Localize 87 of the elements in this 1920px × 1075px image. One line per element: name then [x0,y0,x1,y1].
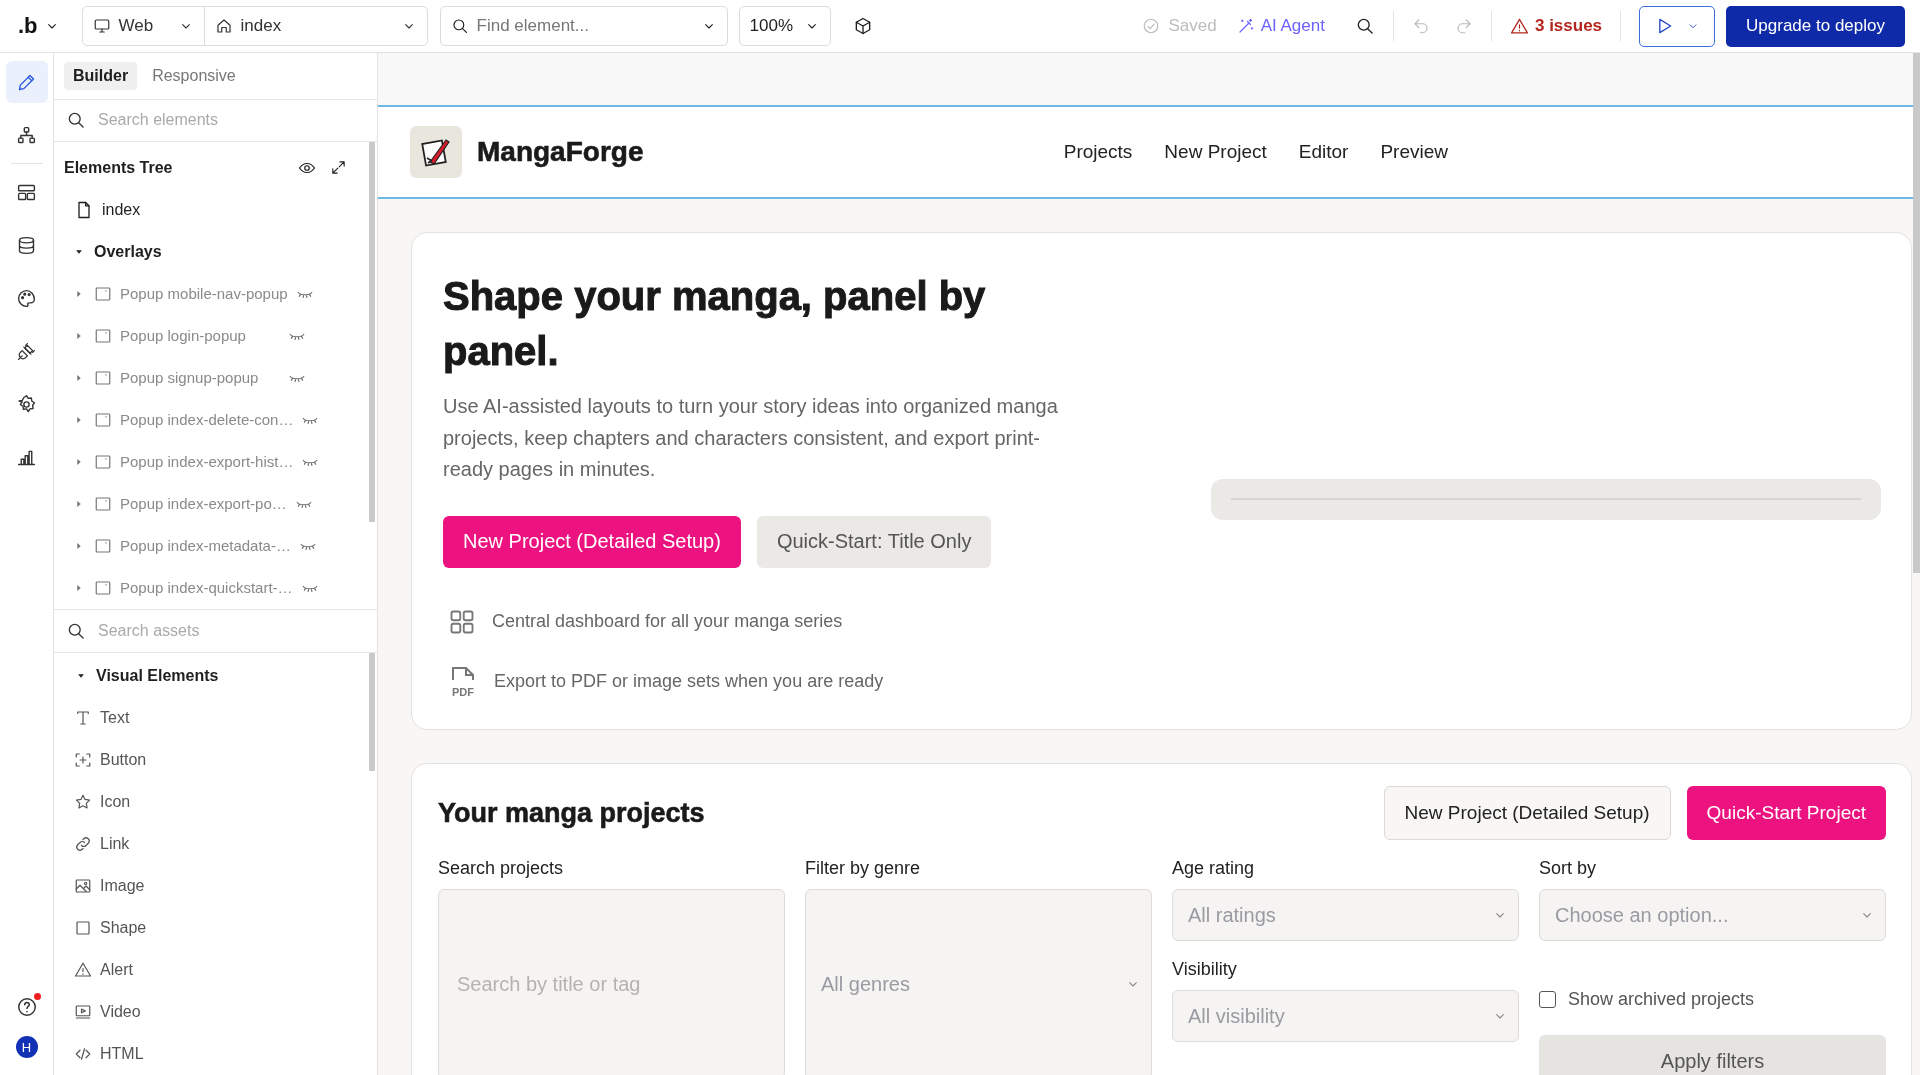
brand-name[interactable]: MangaForge [477,136,644,168]
tree-item-label[interactable]: Popup mobile-nav-popup [120,285,288,303]
frame-icon [94,368,112,387]
asset-item-label[interactable]: Shape [100,919,147,937]
tree-item-label[interactable]: Popup index-export-po… [120,495,287,513]
secondary-button[interactable]: Quick-Start: Title Only [756,515,992,568]
tree-folder-label[interactable]: Overlays [94,242,162,261]
nav-link[interactable]: New Project [1164,141,1267,163]
ai-agent-button[interactable]: AI Agent [1236,16,1325,36]
field-label: Sort by [1539,858,1598,879]
asset-item-label[interactable]: Link [100,835,130,853]
panel-tab[interactable]: Responsive [143,62,245,90]
star-icon [74,793,92,811]
asset-item-label[interactable]: Image [100,877,145,895]
user-avatar[interactable]: H [15,1036,38,1058]
scrollbar-thumb[interactable] [1913,53,1920,573]
nav-link[interactable]: Editor [1298,141,1349,163]
saved-status: Saved [1142,16,1217,36]
scrollbar-thumb[interactable] [369,653,375,771]
frame-icon [94,578,112,597]
feature-text: Central dashboard for all your manga series [492,611,843,632]
hero-title: Shape your manga, panel by panel. [443,273,987,375]
panel-title: Elements Tree [64,158,174,177]
primary-button[interactable]: New Project (Detailed Setup) [443,515,741,568]
apply-filters-button[interactable]: Apply filters [1539,1035,1886,1075]
search-icon [66,110,86,131]
asset-item-label[interactable]: Video [100,1003,141,1021]
hero-description: Use AI-assisted layouts to turn your story ideas into organized manga projects, keep chapters and characters consistent, and export print-ready pages in minutes. [443,394,1059,482]
home-icon [214,17,233,35]
tree-item-label[interactable]: Popup index-delete-con… [120,411,294,429]
expand-icon[interactable] [330,159,347,177]
tree-item-label[interactable]: Popup index-quickstart-… [120,579,293,597]
tree-item-label[interactable]: Popup signup-popup [120,369,280,387]
frame-icon [94,410,112,429]
field-label: Age rating [1172,858,1256,879]
tree-item-label[interactable]: index [102,200,141,219]
asset-item-label[interactable]: Text [100,709,130,727]
nav-link[interactable]: Preview [1380,141,1448,163]
app-logo[interactable]: .b [18,13,38,39]
link-icon [74,835,92,853]
section-title: Your manga projects [438,797,706,829]
secondary-button[interactable]: New Project (Detailed Setup) [1383,786,1671,840]
image-icon [74,877,92,895]
asset-item-label[interactable]: HTML [100,1045,144,1063]
checkbox[interactable] [1539,990,1556,1008]
checkbox-label[interactable]: Show archived projects [1568,988,1755,1010]
warning-icon [74,961,92,979]
field-label: Visibility [1172,959,1238,980]
help-icon[interactable] [15,996,38,1018]
nav-link[interactable]: Projects [1063,141,1133,163]
frame-icon [94,284,112,303]
scrollbar-thumb[interactable] [369,141,375,522]
panel-tab[interactable]: Builder [64,62,138,90]
zoom-dropdown[interactable]: 100% [738,6,831,46]
tree-item-label[interactable]: Popup login-popup [120,327,280,345]
code-icon [74,1045,92,1063]
pencil-icon[interactable] [5,61,48,103]
find-element-field[interactable]: Find element... [439,6,728,46]
frame-icon [94,452,112,471]
field-label: Search projects [438,858,565,879]
asset-group-label[interactable]: Visual Elements [96,667,219,685]
monitor-icon [92,17,111,35]
page-dropdown[interactable]: index [204,7,427,45]
preview-button[interactable] [1639,5,1716,47]
platform-dropdown[interactable]: Web [82,7,205,45]
tree-item-label[interactable]: Popup index-metadata-… [120,537,291,555]
square-icon [74,919,92,937]
frame-icon [94,536,112,555]
video-icon [74,1003,92,1021]
plus-frame-icon [74,751,92,769]
frame-icon [94,326,112,345]
issues-button[interactable]: 3 issues [1509,16,1603,36]
upgrade-to-deploy-button[interactable]: Upgrade to deploy [1726,5,1905,47]
brand-logo[interactable] [410,126,462,178]
feature-text: Export to PDF or image sets when you are ready [494,671,884,692]
field-label: Filter by genre [805,858,922,879]
warning-icon [1509,16,1529,36]
tree-item-label[interactable]: Popup index-export-hist… [120,453,294,471]
text-icon [74,709,92,727]
primary-button[interactable]: Quick-Start Project [1686,786,1886,840]
asset-item-label[interactable]: Alert [100,961,133,979]
check-circle-icon [1142,17,1161,35]
frame-icon [94,494,112,513]
asset-item-label[interactable]: Icon [100,793,131,811]
search-field[interactable]: Search by title or tag [438,889,785,1075]
search-icon [450,17,469,35]
asset-item-label[interactable]: Button [100,751,147,769]
